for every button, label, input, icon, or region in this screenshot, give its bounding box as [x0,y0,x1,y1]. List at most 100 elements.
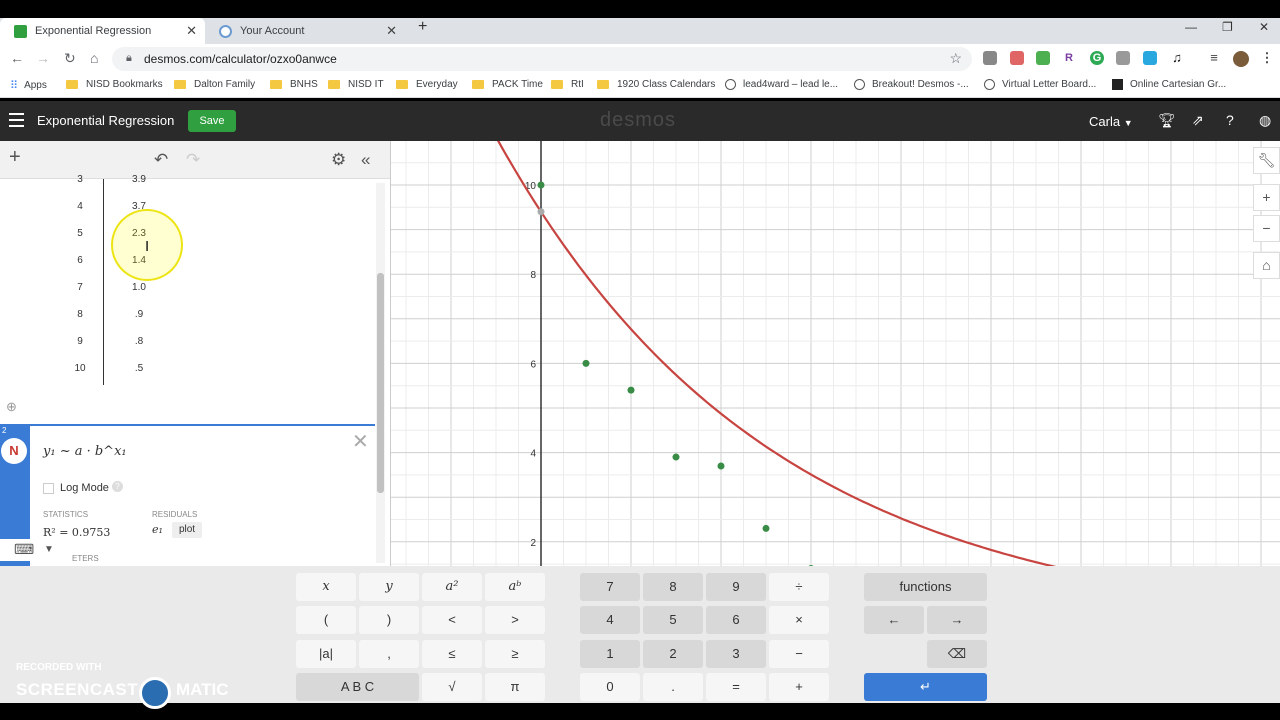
bookmark-link[interactable]: lead4ward – lead le... [725,79,838,90]
extension-icon[interactable] [1036,51,1050,65]
math-key[interactable]: ) [359,606,419,634]
number-key[interactable]: 3 [706,640,766,668]
forward-icon[interactable]: → [36,50,50,66]
y-cell[interactable]: 1.0 [114,282,164,293]
bookmark-folder[interactable]: 1920 Class Calendars [597,79,715,90]
number-key[interactable]: 7 [580,573,640,601]
math-key[interactable]: x [296,573,356,601]
more-menu-icon[interactable]: ⋮ [1260,51,1274,65]
number-key[interactable]: 9 [706,573,766,601]
extension-r-icon[interactable]: R [1062,51,1076,65]
tab-your-account[interactable]: Your Account ✕ [205,18,405,44]
functions-key[interactable]: functions [864,573,987,601]
new-tab-icon[interactable]: + [418,18,427,36]
math-key[interactable]: ≤ [422,640,482,668]
number-key[interactable]: 6 [706,606,766,634]
extension-g-icon[interactable]: G [1090,51,1104,65]
language-globe-icon[interactable]: ◍ [1259,112,1271,129]
math-key[interactable]: > [485,606,545,634]
y-cell[interactable]: 3.9 [114,174,164,185]
share-icon[interactable]: ⇗ [1192,112,1204,129]
help-icon[interactable]: ? [112,481,123,492]
number-key[interactable]: 4 [580,606,640,634]
number-key[interactable]: 5 [643,606,703,634]
reload-icon[interactable]: ↻ [64,50,76,67]
maximize-icon[interactable]: ❐ [1222,20,1233,34]
back-icon[interactable]: ← [10,50,24,66]
number-key[interactable]: = [706,673,766,701]
extension-icon[interactable] [1010,51,1024,65]
log-mode-checkbox[interactable] [43,483,54,494]
x-cell[interactable]: 6 [58,255,102,266]
x-cell[interactable]: 7 [58,282,102,293]
number-key[interactable]: 8 [643,573,703,601]
number-key[interactable]: 1 [580,640,640,668]
number-key[interactable]: . [643,673,703,701]
bookmark-link[interactable]: Breakout! Desmos -... [854,79,969,90]
enter-key[interactable]: ↵ [864,673,987,701]
bookmark-folder[interactable]: NISD IT [328,79,384,90]
bookmark-apps[interactable]: ⠿ Apps [10,79,47,92]
hamburger-menu-icon[interactable] [9,113,24,131]
number-key[interactable]: + [769,673,829,701]
pi-key[interactable]: π [485,673,545,701]
cursor-left-key[interactable]: ← [864,606,924,634]
bookmark-folder[interactable]: RtI [551,79,584,90]
number-key[interactable]: × [769,606,829,634]
home-icon[interactable]: ⌂ [90,50,98,66]
keyboard-toggle[interactable]: ⌨ ▼ [0,539,72,561]
sqrt-key[interactable]: √ [422,673,482,701]
x-cell[interactable]: 8 [58,309,102,320]
x-cell[interactable]: 5 [58,228,102,239]
delete-expression-icon[interactable]: ✕ [352,429,369,454]
backspace-key[interactable]: ⌫ [927,640,987,668]
y-cell[interactable]: .9 [114,309,164,320]
y-cell[interactable]: .5 [114,363,164,374]
trophy-icon[interactable]: 🏆︎ [1158,112,1176,129]
playlist-icon[interactable]: ≡ [1207,51,1221,65]
cursor-right-key[interactable]: → [927,606,987,634]
bookmark-folder[interactable]: NISD Bookmarks [66,79,163,90]
window-close-icon[interactable]: ✕ [1259,20,1269,34]
bookmark-folder[interactable]: Everyday [396,79,458,90]
y-cell[interactable]: .8 [114,336,164,347]
settings-gear-icon[interactable]: ⚙ [331,150,346,170]
math-key[interactable]: ( [296,606,356,634]
math-key[interactable]: aᵇ [485,573,545,601]
redo-icon[interactable]: ↷ [186,150,200,170]
url-input[interactable]: 🔒︎ desmos.com/calculator/ozxo0anwce ☆ [112,47,972,71]
math-key[interactable]: < [422,606,482,634]
math-key[interactable]: |a| [296,640,356,668]
home-view-icon[interactable]: ⌂ [1253,252,1280,279]
number-key[interactable]: 2 [643,640,703,668]
close-tab-icon[interactable]: ✕ [386,23,397,39]
graph-title[interactable]: Exponential Regression [37,113,174,128]
wrench-icon[interactable]: 🔧︎ [1253,147,1280,174]
plot-residuals-button[interactable]: plot [172,522,202,538]
number-key[interactable]: ÷ [769,573,829,601]
profile-avatar-icon[interactable] [1233,51,1249,67]
add-item-icon[interactable]: + [9,146,21,169]
extension-icon[interactable] [1116,51,1130,65]
help-icon[interactable]: ? [1226,112,1234,128]
math-key[interactable]: a² [422,573,482,601]
number-key[interactable]: 0 [580,673,640,701]
extension-icon[interactable] [1143,51,1157,65]
bookmark-link[interactable]: Online Cartesian Gr... [1112,79,1226,90]
number-key[interactable]: − [769,640,829,668]
bookmark-folder[interactable]: Dalton Family [174,79,255,90]
scrollbar[interactable] [376,183,385,563]
regression-formula[interactable]: y₁ ~ a · b^x₁ [43,444,127,459]
math-key[interactable]: y [359,573,419,601]
zoom-in-icon[interactable]: + [1253,184,1280,211]
abc-key[interactable]: A B C [296,673,419,701]
x-cell[interactable]: 9 [58,336,102,347]
x-cell[interactable]: 4 [58,201,102,212]
close-tab-icon[interactable]: ✕ [186,23,197,39]
tab-exponential-regression[interactable]: Exponential Regression ✕ [0,18,205,44]
user-menu[interactable]: Carla ▼ [1089,114,1133,129]
bookmark-star-icon[interactable]: ☆ [949,50,962,67]
graph-paper[interactable]: 10 8 6 4 2 [390,141,1280,566]
minimize-icon[interactable]: — [1185,20,1197,34]
save-button[interactable]: Save [188,110,236,132]
